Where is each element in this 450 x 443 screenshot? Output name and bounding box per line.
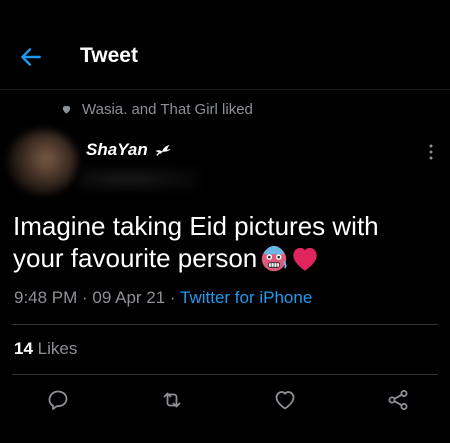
likes-stat[interactable]: 14 Likes [14, 339, 77, 359]
tweet-text: Imagine taking Eid pictures with your fa… [13, 210, 443, 274]
tweet-line-1: Imagine taking Eid pictures with [13, 211, 379, 241]
reply-icon [48, 390, 68, 410]
heart-icon [275, 391, 295, 410]
blurred-handle [80, 168, 200, 190]
more-vertical-icon[interactable] [427, 143, 435, 161]
stats-divider [12, 374, 438, 375]
likes-label: Likes [32, 339, 78, 358]
social-context[interactable]: Wasia. and That Girl liked [61, 101, 253, 118]
header-divider [0, 89, 450, 90]
red-heart-emoji-icon [293, 247, 317, 271]
tweet-date: 09 Apr 21 [92, 288, 166, 307]
back-button[interactable] [18, 44, 44, 70]
tweet-time: 9:48 PM [14, 288, 78, 307]
arrow-left-icon [21, 48, 41, 66]
likes-count: 14 [14, 339, 33, 358]
author-name[interactable]: ShaYan [86, 140, 148, 160]
tweet-source-link[interactable]: Twitter for iPhone [180, 288, 312, 307]
like-button[interactable] [273, 388, 297, 412]
retweet-button[interactable] [160, 388, 184, 412]
meta-separator: · [165, 288, 181, 307]
share-icon [388, 390, 408, 410]
dove-icon [155, 145, 171, 156]
avatar[interactable] [8, 130, 78, 194]
top-bar: Tweet [0, 0, 450, 88]
meta-separator: · [77, 288, 93, 307]
tweet-meta: 9:48 PM · 09 Apr 21 · Twitter for iPhone [14, 288, 312, 308]
cold-face-emoji-icon [262, 245, 287, 272]
retweet-icon [163, 392, 181, 408]
share-button[interactable] [386, 388, 410, 412]
tweet-line-2-text: your favourite person [13, 243, 258, 273]
page-title: Tweet [80, 44, 138, 67]
heart-icon [62, 105, 71, 114]
meta-divider [12, 324, 438, 325]
social-context-text: Wasia. and That Girl liked [82, 101, 253, 118]
reply-button[interactable] [46, 388, 70, 412]
tweet-line-2: your favourite person [13, 242, 443, 274]
